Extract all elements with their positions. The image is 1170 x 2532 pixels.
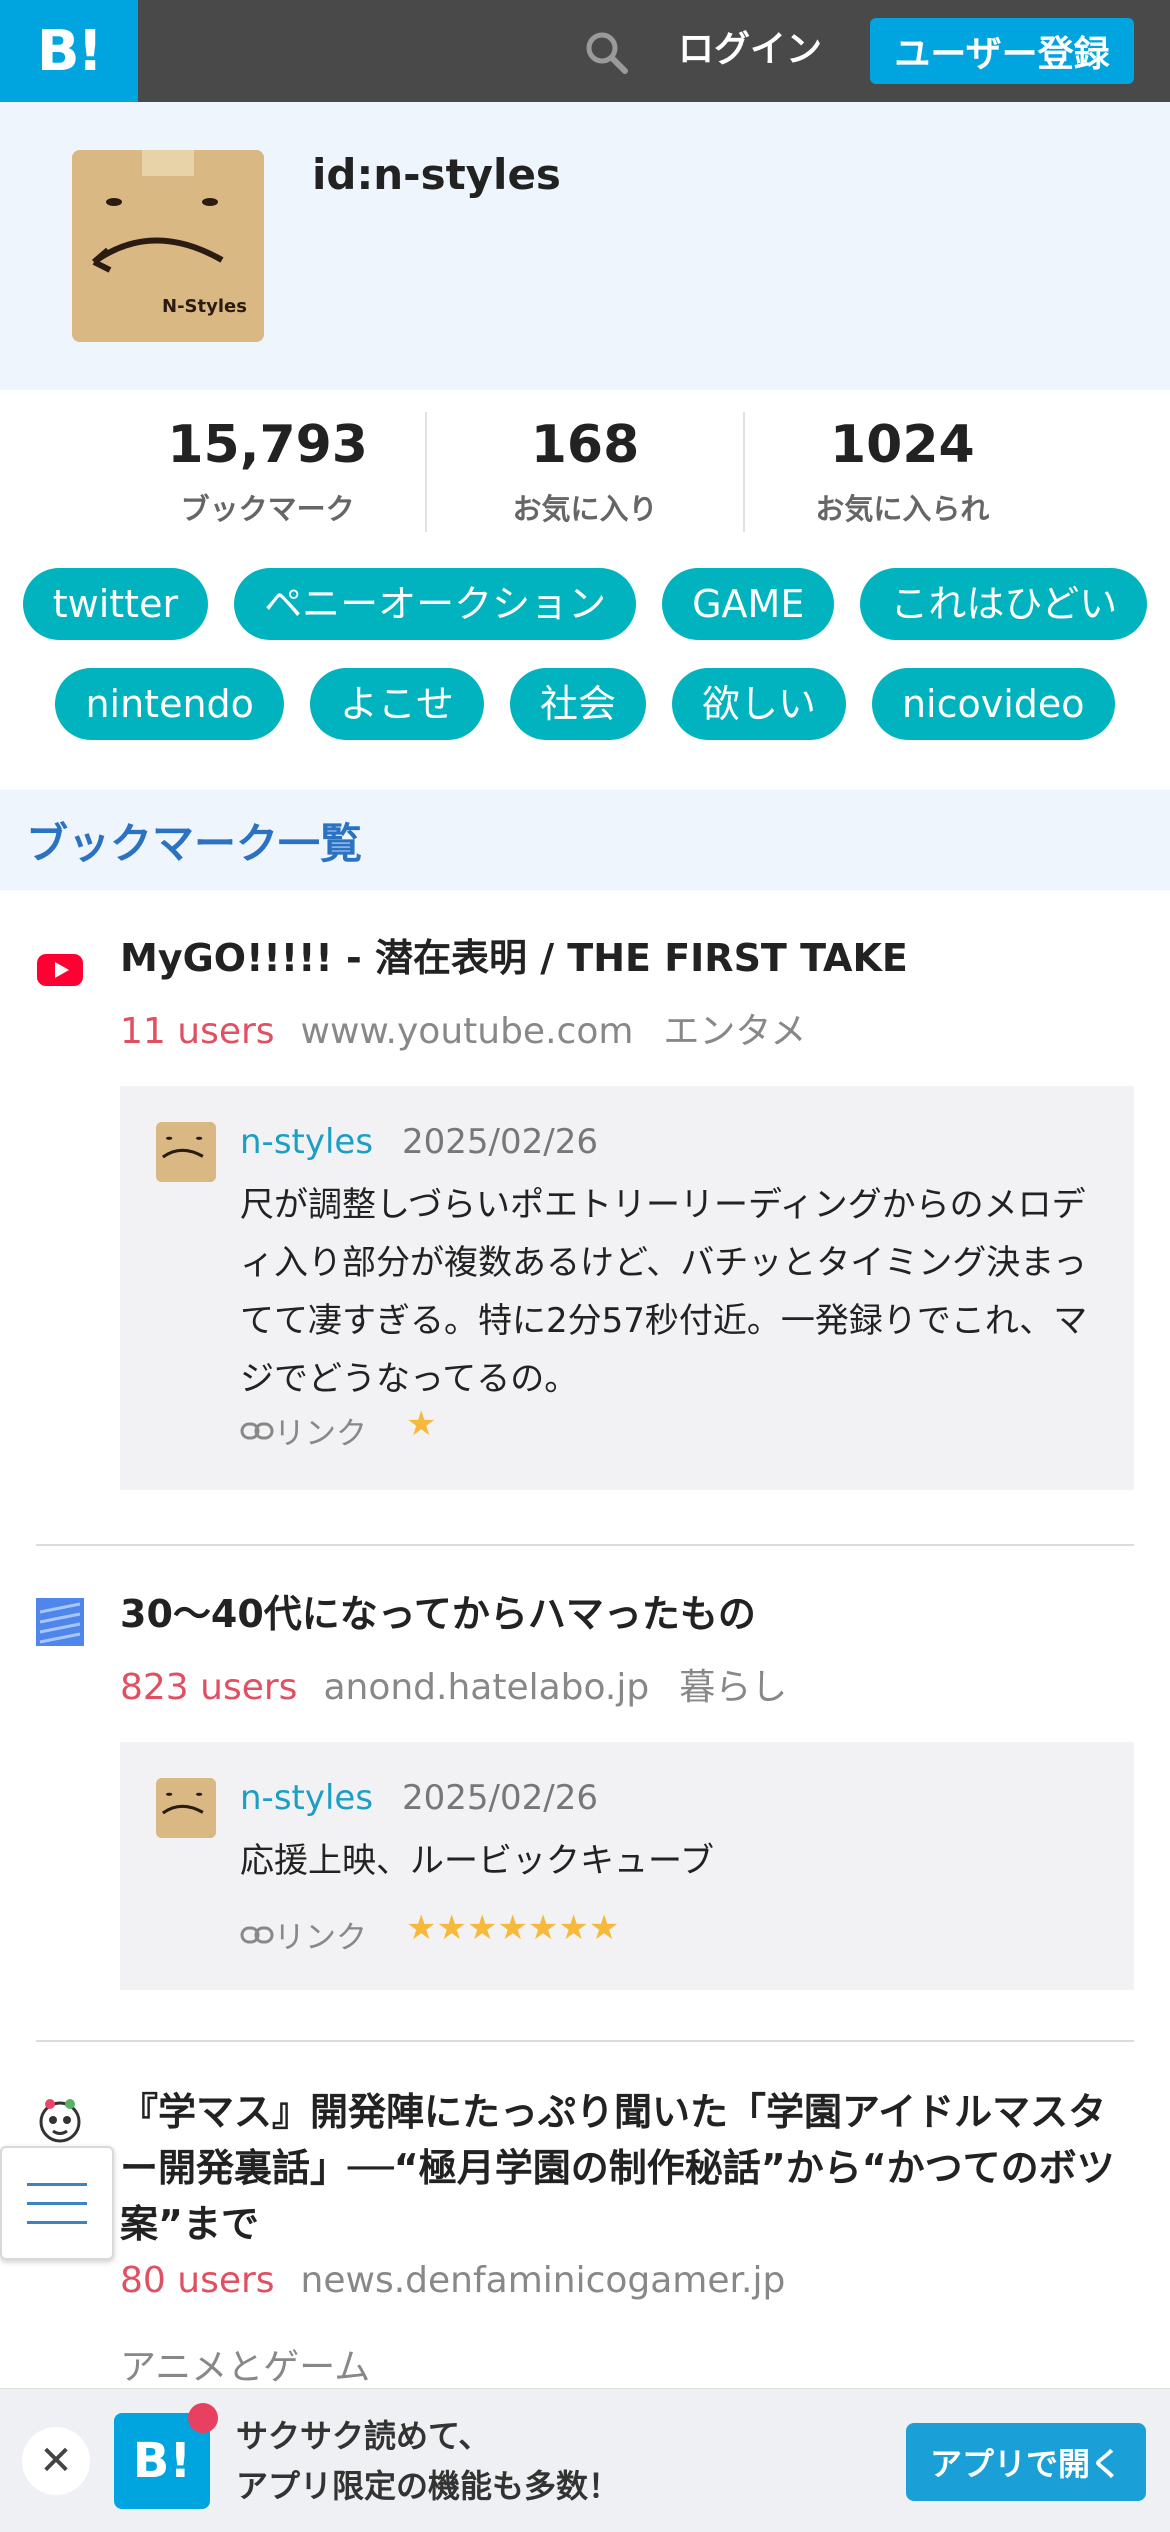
link-label: リンク	[274, 1920, 367, 1956]
stat-label: ブックマーク	[180, 492, 355, 526]
close-banner-button[interactable]: ✕	[22, 2427, 90, 2495]
link-label: リンク	[274, 1416, 367, 1452]
comment-username[interactable]: n-styles	[240, 1122, 373, 1162]
profile-username: id:n-styles	[312, 150, 561, 199]
avatar-face-icon	[156, 1122, 216, 1182]
star-rating[interactable]: ★	[406, 1404, 436, 1444]
comment-username[interactable]: n-styles	[240, 1778, 373, 1818]
link-icon	[240, 1926, 274, 1943]
bookmark-list-header: ブックマーク一覧	[0, 790, 1170, 890]
entry-title-link[interactable]: 30〜40代になってからハマったもの	[120, 1586, 1140, 1642]
tag-list: twitter ペニーオークション GAME これはひどい nintendo よ…	[0, 568, 1170, 740]
comment-text: 尺が調整しづらいポエトリーリーディングからのメロディ入り部分が複数あるけど、バチ…	[240, 1185, 1088, 1399]
hatena-bookmark-logo[interactable]: B!	[0, 0, 138, 102]
tag-chip[interactable]: nicovideo	[871, 668, 1115, 740]
entry-domain[interactable]: news.denfaminicogamer.jp	[301, 2260, 786, 2301]
link-icon	[240, 1422, 274, 1439]
comment-date[interactable]: 2025/02/26	[402, 1778, 598, 1818]
banner-line-2: アプリ限定の機能も多数！	[236, 2467, 621, 2505]
stat-bookmarks[interactable]: 15,793 ブックマーク	[110, 412, 428, 532]
comment-link[interactable]: リンク	[240, 1408, 367, 1453]
bookmark-users-count[interactable]: 11 users	[120, 1011, 275, 1052]
bookmark-comment: n-styles 2025/02/26 尺が調整しづらいポエトリーリーディングか…	[120, 1086, 1134, 1490]
comment-link[interactable]: リンク	[240, 1912, 367, 1957]
profile-header: N-Styles id:n-styles	[0, 102, 1170, 390]
bookmark-users-count[interactable]: 823 users	[120, 1667, 297, 1708]
entry-category[interactable]: 暮らし	[679, 1667, 787, 1708]
stat-favorites[interactable]: 168 お気に入り	[427, 412, 745, 532]
entry-title-link[interactable]: MyGO!!!!! - 潜在表明 / THE FIRST TAKE	[120, 930, 1140, 986]
entry-divider	[36, 1544, 1134, 1546]
open-in-app-button[interactable]: アプリで開く	[906, 2423, 1146, 2501]
youtube-icon	[37, 954, 83, 986]
tag-chip[interactable]: よこせ	[309, 668, 484, 740]
entry-category[interactable]: エンタメ	[663, 1011, 806, 1052]
stat-value: 1024	[829, 415, 975, 475]
login-link[interactable]: ログイン	[678, 22, 822, 78]
anond-site-icon	[36, 1598, 84, 1646]
menu-line	[27, 2182, 87, 2186]
avatar-caption: N-Styles	[162, 296, 247, 317]
bookmark-entry: MyGO!!!!! - 潜在表明 / THE FIRST TAKE 11 use…	[36, 930, 1134, 1490]
tag-chip[interactable]: 社会	[509, 668, 646, 740]
register-button[interactable]: ユーザー登録	[870, 18, 1134, 84]
stat-value: 168	[530, 415, 640, 475]
bookmark-users-count[interactable]: 80 users	[120, 2260, 275, 2301]
section-title: ブックマーク一覧	[26, 819, 363, 868]
entry-category[interactable]: アニメとゲーム	[120, 2347, 370, 2388]
entry-meta: 823 users anond.hatelabo.jp 暮らし	[120, 1658, 787, 1710]
entry-category-line: アニメとゲーム	[120, 2338, 370, 2390]
tag-chip[interactable]: ペニーオークション	[234, 568, 637, 640]
banner-message: サクサク読めて、 アプリ限定の機能も多数！	[236, 2411, 620, 2511]
denfaminicogamer-icon	[39, 2099, 81, 2143]
hamburger-menu-button[interactable]	[0, 2146, 114, 2260]
tag-chip[interactable]: GAME	[662, 568, 835, 640]
comment-text: 応援上映、ルービックキューブ	[240, 1841, 714, 1881]
stat-value: 15,793	[167, 415, 368, 475]
entry-title-link[interactable]: 『学マス』開発陣にたっぷり聞いた「学園アイドルマスター開発裏話」──“極月学園の…	[120, 2084, 1140, 2252]
bookmark-comment: n-styles 2025/02/26 応援上映、ルービックキューブ リンク ★…	[120, 1742, 1134, 1990]
star-rating[interactable]: ★★★★★★★	[406, 1908, 619, 1948]
stat-favorited-by[interactable]: 1024 お気に入られ	[745, 412, 1060, 532]
banner-line-1: サクサク読めて、	[236, 2417, 491, 2455]
bookmark-entry: 30〜40代になってからハマったもの 823 users anond.hatela…	[36, 1586, 1134, 1990]
tag-chip[interactable]: nintendo	[55, 668, 284, 740]
tag-chip[interactable]: これはひどい	[860, 568, 1148, 640]
entry-domain[interactable]: anond.hatelabo.jp	[323, 1667, 649, 1708]
bookmark-entry: 『学マス』開発陣にたっぷり聞いた「学園アイドルマスター開発裏話」──“極月学園の…	[36, 2084, 1134, 2388]
entry-divider	[36, 2040, 1134, 2042]
avatar-face-icon	[156, 1778, 216, 1838]
comment-avatar[interactable]	[156, 1122, 216, 1182]
tag-chip[interactable]: twitter	[22, 568, 209, 640]
comment-avatar[interactable]	[156, 1778, 216, 1838]
menu-line	[27, 2201, 87, 2205]
notification-dot	[188, 2403, 218, 2433]
entry-meta: 80 users news.denfaminicogamer.jp	[120, 2260, 815, 2301]
comment-date[interactable]: 2025/02/26	[402, 1122, 598, 1162]
search-icon[interactable]	[582, 28, 630, 76]
tag-chip[interactable]: 欲しい	[671, 668, 846, 740]
stat-label: お気に入り	[512, 492, 658, 526]
menu-line	[27, 2220, 87, 2224]
stat-label: お気に入られ	[815, 492, 990, 526]
entry-domain[interactable]: www.youtube.com	[301, 1011, 634, 1052]
profile-stats: 15,793 ブックマーク 168 お気に入り 1024 お気に入られ	[110, 412, 1060, 532]
app-promo-banner: ✕ B! サクサク読めて、 アプリ限定の機能も多数！ アプリで開く	[0, 2388, 1170, 2532]
user-avatar[interactable]: N-Styles	[72, 150, 264, 342]
top-navigation-bar: B! ログイン ユーザー登録	[0, 0, 1170, 102]
entry-meta: 11 users www.youtube.com エンタメ	[120, 1002, 806, 1054]
